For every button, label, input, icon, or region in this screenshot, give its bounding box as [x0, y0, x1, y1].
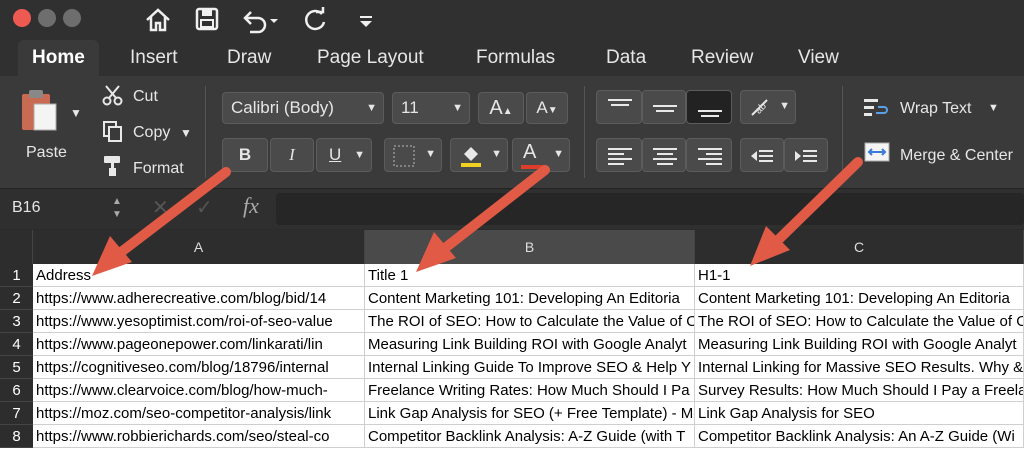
annotation-arrow	[750, 157, 863, 266]
annotation-arrows	[92, 157, 863, 276]
annotation-arrow	[92, 167, 231, 276]
annotation-arrow	[416, 165, 550, 272]
